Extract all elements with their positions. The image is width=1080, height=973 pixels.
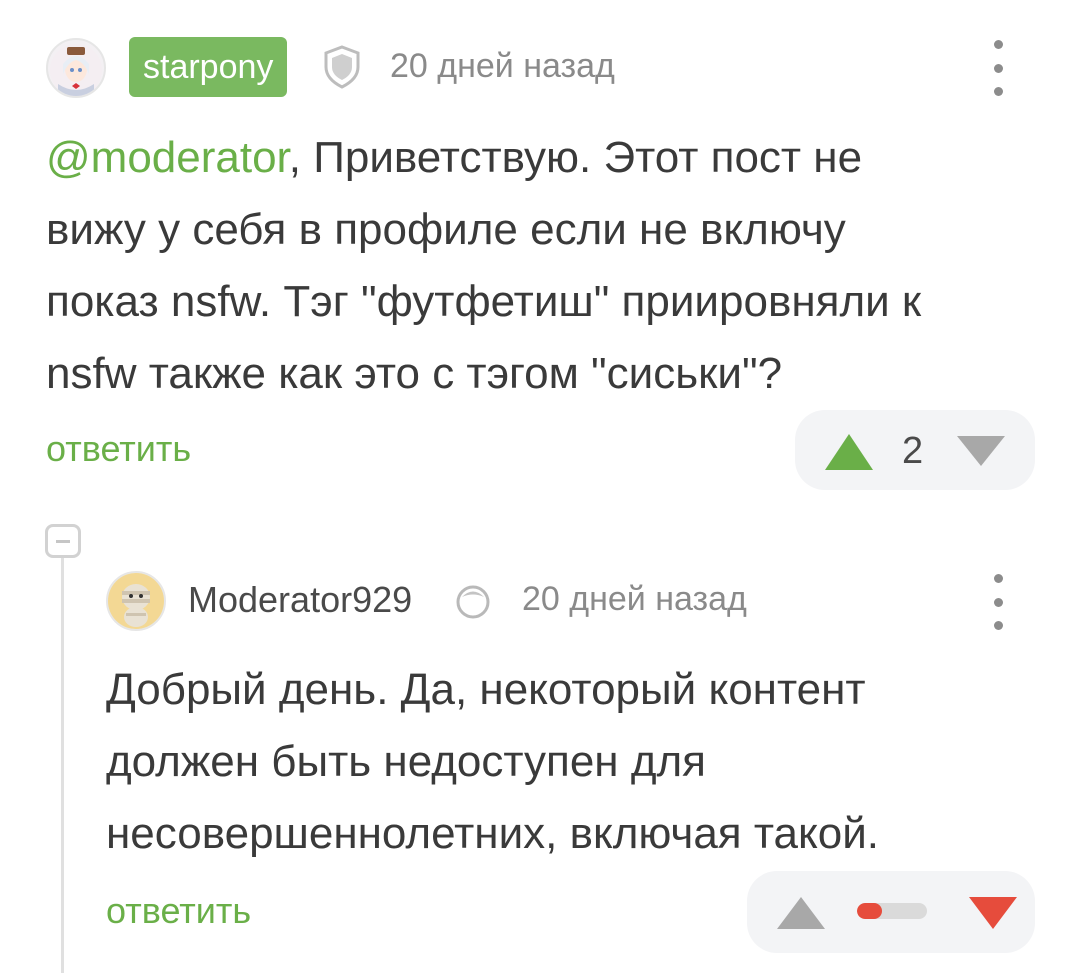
comment-line-1: @moderator, Приветствую. Этот пост не <box>46 133 863 182</box>
rating-bar-fill <box>857 903 882 919</box>
reply-button[interactable]: ответить <box>46 428 191 470</box>
avatar[interactable] <box>106 571 166 631</box>
avatar[interactable] <box>46 38 106 98</box>
vote-count: 2 <box>902 430 924 472</box>
upvote-arrow-icon[interactable] <box>775 895 827 931</box>
rating-bar <box>857 903 927 919</box>
author-name[interactable]: Moderator929 <box>188 579 412 621</box>
downvote-arrow-icon[interactable] <box>967 895 1019 931</box>
shield-icon <box>318 43 366 91</box>
thread-line[interactable] <box>61 558 64 973</box>
comment-body: @moderator, Приветствую. Этот пост не ви… <box>46 122 921 410</box>
collapse-thread-icon[interactable] <box>45 524 81 558</box>
more-vertical-icon[interactable] <box>991 574 1005 630</box>
more-vertical-icon[interactable] <box>991 40 1005 96</box>
upvote-arrow-icon[interactable] <box>823 432 875 472</box>
moderator-ring-icon <box>453 582 493 622</box>
author-name[interactable]: starpony <box>143 37 273 97</box>
comment-body: Добрый день. Да, некоторый контент долже… <box>106 654 879 870</box>
vote-box: 2 <box>795 410 1035 490</box>
comment-line-1: Добрый день. Да, некоторый контент <box>106 665 866 714</box>
author-name-badge[interactable]: starpony <box>129 37 288 97</box>
comment-line-3: показ nsfw. Тэг "футфетиш" приировняли к <box>46 277 922 326</box>
comment-timestamp: 20 дней назад <box>522 580 747 618</box>
comment-line-4: nsfw также как это с тэгом "сиськи"? <box>46 349 783 398</box>
downvote-arrow-icon[interactable] <box>955 434 1007 468</box>
comment-line-2: должен быть недоступен для <box>106 737 706 786</box>
mention-link[interactable]: @moderator <box>46 133 289 182</box>
comment-line-3: несовершеннолетних, включая такой. <box>106 809 880 858</box>
reply-button[interactable]: ответить <box>106 890 251 932</box>
comment-line-2: вижу у себя в профиле если не включу <box>46 205 846 254</box>
comment-timestamp: 20 дней назад <box>390 47 615 85</box>
